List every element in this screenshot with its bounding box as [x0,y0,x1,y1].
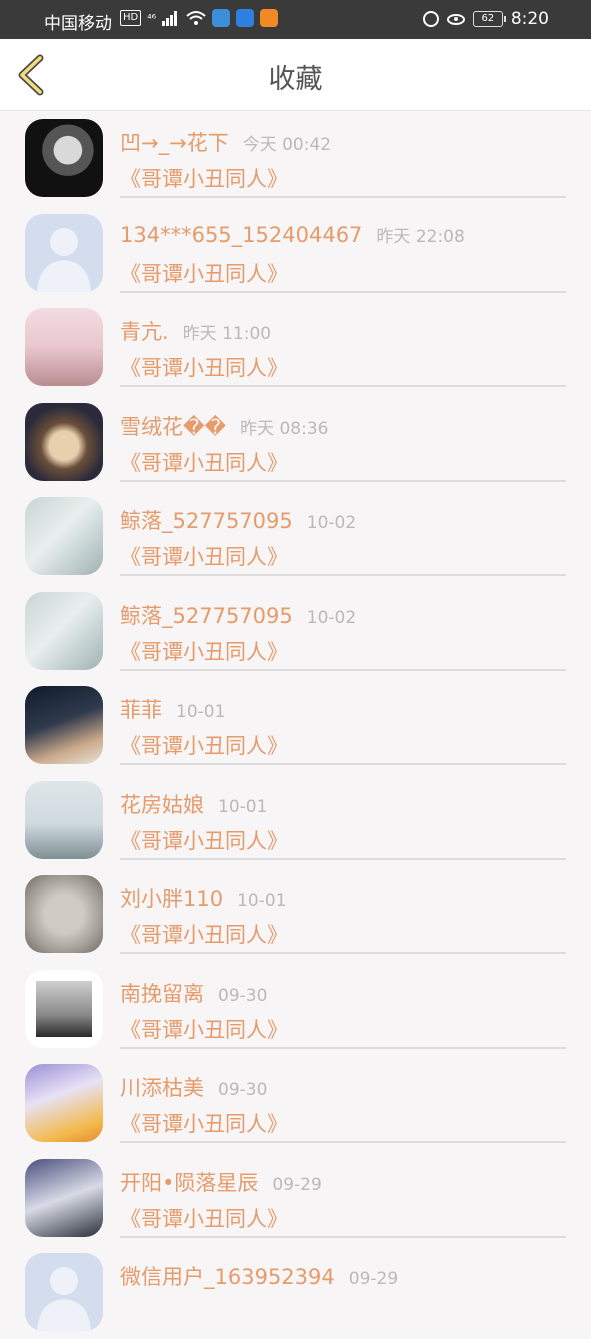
avatar[interactable] [25,780,103,859]
eye-comfort-icon [446,13,465,25]
data-saver-icon [422,11,439,27]
timestamp: 09-29 [348,1269,399,1289]
avatar[interactable] [25,686,103,764]
story-title: 《哥谭小丑同人》 [120,167,288,191]
list-item[interactable]: 开阳•陨落星辰 09-29 《哥谭小丑同人》 [0,1150,591,1245]
list-item[interactable]: 南挽留离 09-30 《哥谭小丑同人》 [0,961,591,1056]
timestamp: 昨天 11:00 [182,324,272,344]
list-item[interactable]: 菲菲 10-01 《哥谭小丑同人》 [0,677,591,772]
divider [120,668,566,671]
divider [120,952,566,954]
divider [120,290,566,293]
divider [120,479,566,482]
story-title: 《哥谭小丑同人》 [120,828,288,853]
favorites-list: 凹→_→花下 今天 00:42 《哥谭小丑同人》 134***655_152404… [0,110,591,1339]
story-title: 《哥谭小丑同人》 [120,450,288,475]
user-name: 凹→_→花下 [120,131,229,155]
user-name: 刘小胖110 [120,887,224,911]
signal-icon [162,10,180,26]
timestamp: 10-01 [237,891,287,911]
avatar[interactable] [25,497,103,575]
user-name: 微信用户_163952394 [120,1265,335,1289]
user-name: 青亢. [120,320,169,344]
list-item[interactable]: 鲸落_527757095 10-02 《哥谭小丑同人》 [0,488,591,583]
timestamp: 10-02 [306,607,357,628]
story-title: 《哥谭小丑同人》 [120,545,288,569]
avatar[interactable] [25,119,103,197]
divider [120,857,566,860]
avatar[interactable] [25,1064,103,1142]
user-name: 134***655_152404467 [120,222,363,247]
list-item[interactable]: 微信用户_163952394 09-29 [0,1244,591,1339]
app-notification-icon [212,9,231,27]
timestamp: 今天 00:42 [242,135,332,155]
timestamp: 昨天 08:36 [240,418,329,439]
status-left-icons: HD ⁴⁶ [120,9,279,27]
story-title: 《哥谭小丑同人》 [120,1017,288,1042]
user-name: 鲸落_527757095 [120,509,293,533]
divider [120,574,566,576]
divider [120,196,566,198]
story-title: 《哥谭小丑同人》 [120,1206,288,1231]
user-name: 花房姑娘 [120,792,204,817]
page-title: 收藏 [268,64,323,95]
divider [120,385,566,387]
list-item[interactable]: 青亢. 昨天 11:00 《哥谭小丑同人》 [0,299,591,394]
battery-icon: 62 [472,11,506,27]
user-name: 鲸落_527757095 [120,603,293,628]
list-item[interactable]: 鲸落_527757095 10-02 《哥谭小丑同人》 [0,583,591,678]
network-type-icon: ⁴⁶ [147,11,157,25]
person-silhouette-icon [37,1267,91,1331]
list-item[interactable]: 雪绒花�� 昨天 08:36 《哥谭小丑同人》 [0,394,591,489]
avatar[interactable] [25,402,103,481]
story-title: 《哥谭小丑同人》 [120,639,288,664]
divider [120,1141,566,1143]
story-title: 《哥谭小丑同人》 [120,734,288,758]
timestamp: 10-01 [218,796,268,817]
story-title: 《哥谭小丑同人》 [120,261,288,286]
story-title: 《哥谭小丑同人》 [120,923,288,947]
user-name: 南挽留离 [120,981,204,1006]
list-item[interactable]: 刘小胖110 10-01 《哥谭小丑同人》 [0,866,591,961]
divider [120,1046,566,1049]
story-title: 《哥谭小丑同人》 [120,1112,288,1136]
timestamp: 10-01 [176,702,226,722]
timestamp: 09-29 [272,1174,322,1195]
user-name: 雪绒花�� [120,414,227,439]
clock: 8:20 [510,9,549,29]
app-header: 收藏 [0,39,591,111]
list-item[interactable]: 花房姑娘 10-01 《哥谭小丑同人》 [0,772,591,867]
wifi-icon [186,11,206,25]
timestamp: 09-30 [218,985,268,1006]
status-bar: 中国移动 HD ⁴⁶ 62 8:20 [0,0,591,39]
carrier-label: 中国移动 [44,14,112,34]
default-avatar-icon[interactable] [25,1253,103,1331]
divider [120,763,566,765]
avatar-photo [36,980,92,1037]
default-avatar-icon[interactable] [25,213,103,292]
avatar[interactable] [25,875,103,953]
avatar[interactable] [25,308,103,386]
person-silhouette-icon [37,227,91,292]
avatar[interactable] [25,1158,103,1237]
app-notification-icon [236,9,255,27]
list-item[interactable]: 凹→_→花下 今天 00:42 《哥谭小丑同人》 [0,110,591,205]
hd-icon: HD [120,10,142,26]
timestamp: 09-30 [218,1080,268,1100]
user-name: 开阳•陨落星辰 [120,1170,259,1195]
avatar[interactable] [25,591,103,670]
list-item[interactable]: 134***655_152404467 昨天 22:08 《哥谭小丑同人》 [0,205,591,300]
user-name: 菲菲 [120,698,162,722]
user-name: 川添枯美 [120,1076,204,1100]
app-notification-icon [260,9,279,27]
avatar[interactable] [25,969,103,1048]
list-item[interactable]: 川添枯美 09-30 《哥谭小丑同人》 [0,1055,591,1150]
timestamp: 10-02 [306,513,357,533]
story-title: 《哥谭小丑同人》 [120,356,288,380]
status-right-icons: 62 8:20 [422,9,549,29]
timestamp: 昨天 22:08 [376,226,465,247]
divider [120,1235,566,1238]
